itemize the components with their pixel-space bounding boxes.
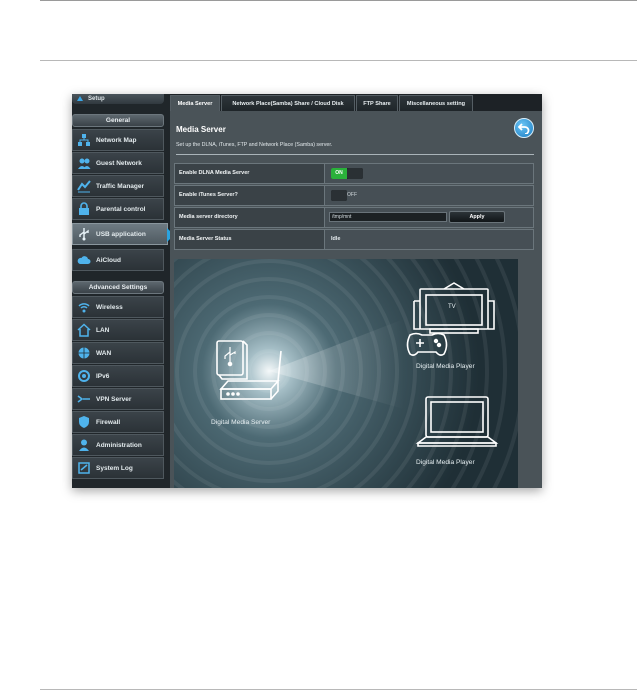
page-title: Media Server bbox=[176, 125, 226, 134]
network-map-icon bbox=[78, 134, 90, 146]
log-icon bbox=[78, 462, 90, 474]
main-content: Media Server Network Place(Samba) Share … bbox=[170, 94, 542, 488]
directory-value-cell: /tmp/mnt Apply bbox=[325, 208, 533, 227]
sidebar-item-lan[interactable]: LAN bbox=[72, 319, 164, 341]
toggle-off-label: OFF bbox=[347, 192, 357, 198]
apply-button[interactable]: Apply bbox=[449, 211, 505, 223]
setting-row-itunes: Enable iTunes Server? OFF bbox=[174, 185, 534, 206]
sidebar-item-label: IPv6 bbox=[96, 372, 110, 380]
itunes-label: Enable iTunes Server? bbox=[175, 186, 325, 205]
sidebar-item-parental-control[interactable]: Parental control bbox=[72, 198, 164, 220]
sidebar-item-firewall[interactable]: Firewall bbox=[72, 411, 164, 433]
sidebar-item-vpn-server[interactable]: VPN Server bbox=[72, 388, 164, 410]
sidebar-item-label: Guest Network bbox=[96, 159, 142, 167]
tab-bar: Media Server Network Place(Samba) Share … bbox=[170, 94, 542, 111]
title-divider bbox=[176, 154, 534, 155]
sidebar-item-setup[interactable]: Setup bbox=[72, 94, 164, 104]
sidebar-item-label: Network Map bbox=[96, 136, 137, 144]
itunes-toggle[interactable] bbox=[331, 190, 347, 201]
itunes-value-cell: OFF bbox=[325, 186, 533, 205]
server-caption: Digital Media Server bbox=[211, 419, 271, 426]
status-value-cell: Idle bbox=[325, 230, 533, 249]
sidebar-item-label: Administration bbox=[96, 441, 142, 449]
media-server-illustration: Digital Media Server Digital Media Playe… bbox=[174, 259, 518, 488]
sidebar: Setup General Network Map Guest Network … bbox=[72, 94, 174, 488]
sidebar-item-ipv6[interactable]: IPv6 bbox=[72, 365, 164, 387]
setting-row-dlna: Enable DLNA Media Server ON bbox=[174, 163, 534, 184]
media-directory-input[interactable]: /tmp/mnt bbox=[329, 212, 447, 222]
tab-miscellaneous-setting[interactable]: Miscellaneous setting bbox=[399, 95, 473, 111]
setting-row-directory: Media server directory /tmp/mnt Apply bbox=[174, 207, 534, 228]
guest-network-icon bbox=[78, 158, 91, 169]
sidebar-item-label: Parental control bbox=[96, 205, 146, 213]
sidebar-header-general: General bbox=[72, 114, 164, 127]
sidebar-item-guest-network[interactable]: Guest Network bbox=[72, 152, 164, 174]
status-value: Idle bbox=[331, 236, 341, 242]
cloud-icon bbox=[77, 256, 91, 264]
sidebar-item-label: LAN bbox=[96, 326, 110, 334]
setup-icon bbox=[77, 96, 83, 101]
toggle-knob bbox=[347, 168, 363, 179]
status-label: Media Server Status bbox=[175, 230, 325, 249]
tv-label: TV bbox=[448, 304, 456, 310]
home-icon bbox=[77, 323, 91, 337]
sidebar-item-traffic-manager[interactable]: Traffic Manager bbox=[72, 175, 164, 197]
sidebar-item-aicloud[interactable]: AiCloud bbox=[72, 249, 164, 271]
tab-network-place-samba[interactable]: Network Place(Samba) Share / Cloud Disk bbox=[221, 95, 355, 111]
sidebar-header-advanced: Advanced Settings bbox=[72, 281, 164, 294]
sidebar-item-system-log[interactable]: System Log bbox=[72, 457, 164, 479]
router-screenshot: Setup General Network Map Guest Network … bbox=[72, 94, 542, 488]
top-rule bbox=[40, 0, 637, 1]
dlna-value-cell: ON bbox=[325, 164, 533, 183]
back-button[interactable] bbox=[514, 118, 534, 138]
traffic-manager-icon bbox=[77, 180, 91, 193]
sidebar-item-wan[interactable]: WAN bbox=[72, 342, 164, 364]
sidebar-item-label: USB application bbox=[96, 230, 146, 238]
illustration-graphic bbox=[174, 259, 518, 488]
sidebar-item-label: Wireless bbox=[96, 303, 123, 311]
tab-ftp-share[interactable]: FTP Share bbox=[356, 95, 398, 111]
dlna-label: Enable DLNA Media Server bbox=[175, 164, 325, 183]
tab-media-server[interactable]: Media Server bbox=[170, 95, 220, 111]
sidebar-item-label: VPN Server bbox=[96, 395, 132, 403]
player-caption-bottom: Digital Media Player bbox=[416, 459, 475, 466]
sidebar-item-label: Firewall bbox=[96, 418, 121, 426]
back-arrow-icon bbox=[518, 123, 530, 134]
sidebar-item-network-map[interactable]: Network Map bbox=[72, 129, 164, 151]
sidebar-item-label: System Log bbox=[96, 464, 133, 472]
sidebar-item-usb-application[interactable]: USB application bbox=[72, 223, 174, 245]
sidebar-item-label: Traffic Manager bbox=[96, 182, 145, 190]
directory-label: Media server directory bbox=[175, 208, 325, 227]
sidebar-item-label: Setup bbox=[88, 96, 105, 102]
dlna-toggle[interactable]: ON bbox=[331, 168, 363, 179]
sidebar-item-label: AiCloud bbox=[96, 256, 121, 264]
shield-icon bbox=[79, 416, 89, 428]
toggle-on-label: ON bbox=[331, 168, 347, 179]
user-icon bbox=[79, 439, 89, 451]
player-caption-top: Digital Media Player bbox=[416, 363, 475, 370]
sidebar-item-administration[interactable]: Administration bbox=[72, 434, 164, 456]
vpn-icon bbox=[77, 395, 90, 403]
sidebar-item-wireless[interactable]: Wireless bbox=[72, 296, 164, 318]
wireless-icon bbox=[78, 303, 90, 313]
usb-icon bbox=[79, 228, 89, 241]
globe-icon bbox=[78, 347, 90, 359]
toggle-knob bbox=[331, 190, 347, 201]
ipv6-icon bbox=[78, 370, 90, 382]
lock-icon bbox=[79, 202, 89, 215]
page-description: Set up the DLNA, iTunes, FTP and Network… bbox=[176, 142, 333, 148]
sidebar-item-label: WAN bbox=[96, 349, 112, 357]
header-rule bbox=[40, 60, 637, 61]
setting-row-status: Media Server Status Idle bbox=[174, 229, 534, 250]
